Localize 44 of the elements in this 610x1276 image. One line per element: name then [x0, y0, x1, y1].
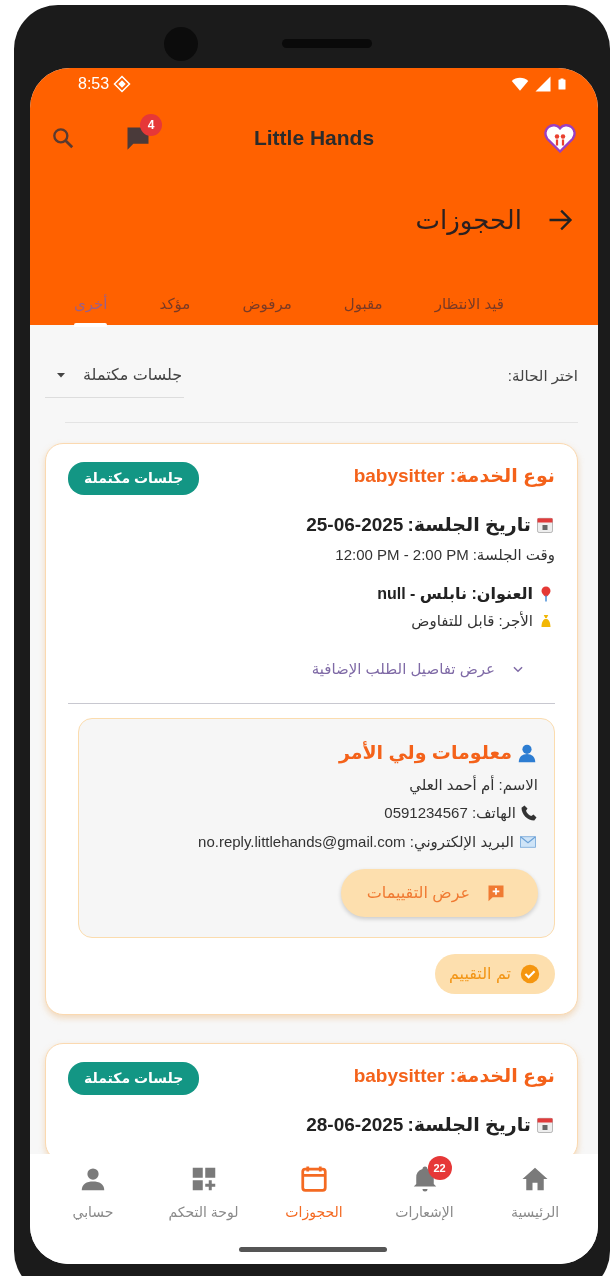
session-time: 12:00 PM - 2:00 PM — [335, 544, 469, 565]
session-date: 25-06-2025 — [306, 513, 404, 537]
section-title: معلومات ولي الأمر — [338, 740, 512, 766]
service-type: نوع الخدمة: babysitter — [353, 464, 555, 489]
review-icon — [486, 883, 506, 903]
date-label: تاريخ الجلسة: — [407, 1113, 531, 1138]
date-label: تاريخ الجلسة: — [407, 513, 531, 538]
page-title: الحجوزات — [415, 203, 522, 238]
app-title: Little Hands — [252, 124, 376, 151]
nav-item[interactable]: الحجوزات — [259, 1156, 369, 1225]
tab[interactable]: أخرى — [70, 280, 112, 325]
parent-name: الاسم: أم أحمد العلي — [409, 774, 538, 796]
parent-email: البريد الإلكتروني: no.reply.littlehands@gmail.com — [198, 831, 514, 853]
nav-item[interactable]: لوحة التحكم — [148, 1156, 259, 1225]
details-toggle[interactable]: عرض تفاصيل الطلب الإضافية — [305, 656, 531, 681]
tab[interactable]: مؤكد — [155, 280, 195, 325]
tab[interactable]: قيد الانتظار — [430, 280, 508, 325]
view-reviews-button[interactable]: عرض التقييمات — [340, 869, 538, 917]
rated-status: تم التقييم — [434, 954, 555, 994]
parent-phone: الهاتف: 0591234567 — [384, 803, 516, 823]
address: العنوان: نابلس - null — [377, 584, 533, 605]
nav-item[interactable]: الرئيسية — [480, 1156, 590, 1225]
session-date: 28-06-2025 — [306, 1113, 404, 1137]
service-type: نوع الخدمة: babysitter — [353, 1064, 555, 1089]
wifi-icon — [510, 75, 530, 93]
notification-badge: 4 — [140, 113, 162, 136]
status-time: 8:53 — [78, 74, 110, 94]
status-badge: جلسات مكتملة — [68, 1062, 200, 1095]
person-icon — [516, 742, 538, 765]
check-circle-icon — [519, 963, 541, 985]
notification-badge: 22 — [427, 1156, 452, 1180]
time-label: وقت الجلسة: — [472, 544, 555, 566]
tab[interactable]: مقبول — [339, 280, 387, 325]
signal-icon — [534, 75, 552, 93]
status-badge: جلسات مكتملة — [68, 462, 200, 495]
phone-icon — [520, 804, 538, 823]
filter-label: اختر الحالة: — [507, 366, 578, 387]
nav-item[interactable]: حسابي — [38, 1156, 148, 1225]
calendar-icon — [535, 515, 555, 536]
tab[interactable]: مرفوض — [238, 280, 296, 325]
calendar-icon — [535, 1115, 555, 1136]
calendar-icon — [299, 1164, 329, 1194]
fee: الأجر: قابل للتفاوض — [411, 610, 533, 632]
status-dropdown[interactable]: جلسات مكتملة — [45, 355, 185, 398]
